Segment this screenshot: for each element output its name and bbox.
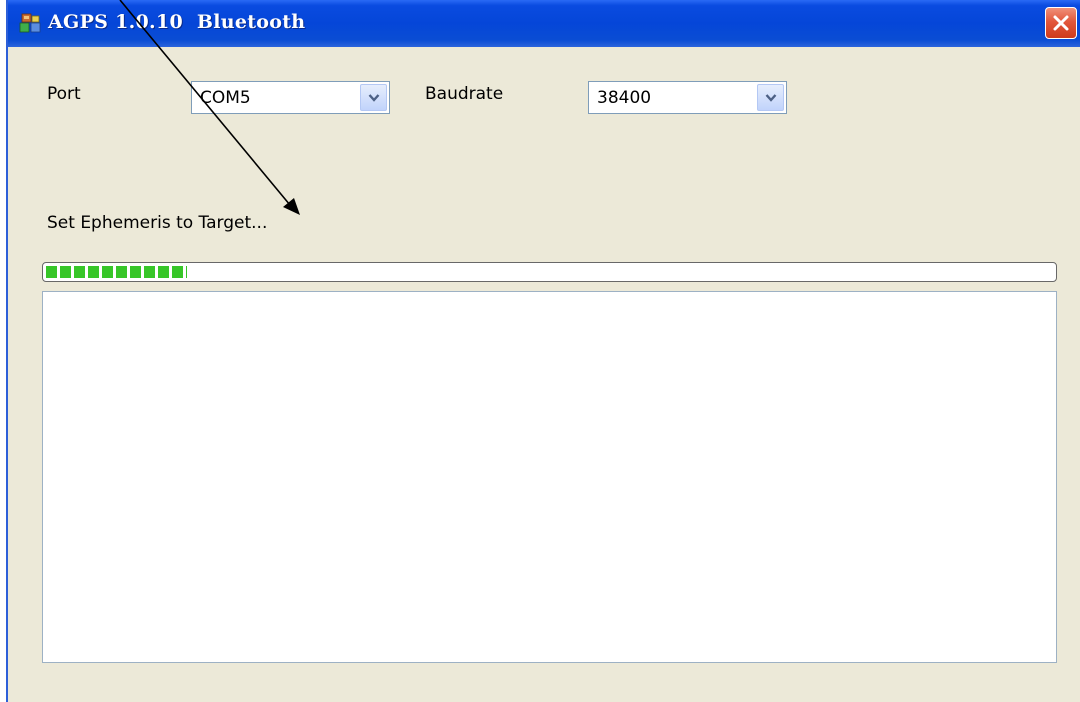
status-text: Set Ephemeris to Target... xyxy=(47,213,268,233)
title-bar[interactable]: AGPS 1.0.10 Bluetooth xyxy=(8,0,1080,47)
close-button[interactable] xyxy=(1045,7,1077,39)
port-label: Port xyxy=(47,84,81,104)
log-output[interactable] xyxy=(42,291,1057,663)
window-title: AGPS 1.0.10 Bluetooth xyxy=(48,11,306,33)
port-select-value: COM5 xyxy=(200,88,251,108)
chevron-down-icon xyxy=(368,94,380,102)
close-icon xyxy=(1053,15,1069,31)
baudrate-dropdown-button[interactable] xyxy=(757,84,784,111)
chevron-down-icon xyxy=(765,94,777,102)
port-dropdown-button[interactable] xyxy=(360,84,387,111)
progress-bar xyxy=(42,262,1057,282)
port-select[interactable]: COM5 xyxy=(191,81,390,114)
baudrate-select-value: 38400 xyxy=(597,88,652,108)
baudrate-select[interactable]: 38400 xyxy=(588,81,787,114)
agps-app-icon xyxy=(19,13,41,33)
baudrate-label: Baudrate xyxy=(425,84,504,104)
progress-fill xyxy=(46,266,187,278)
